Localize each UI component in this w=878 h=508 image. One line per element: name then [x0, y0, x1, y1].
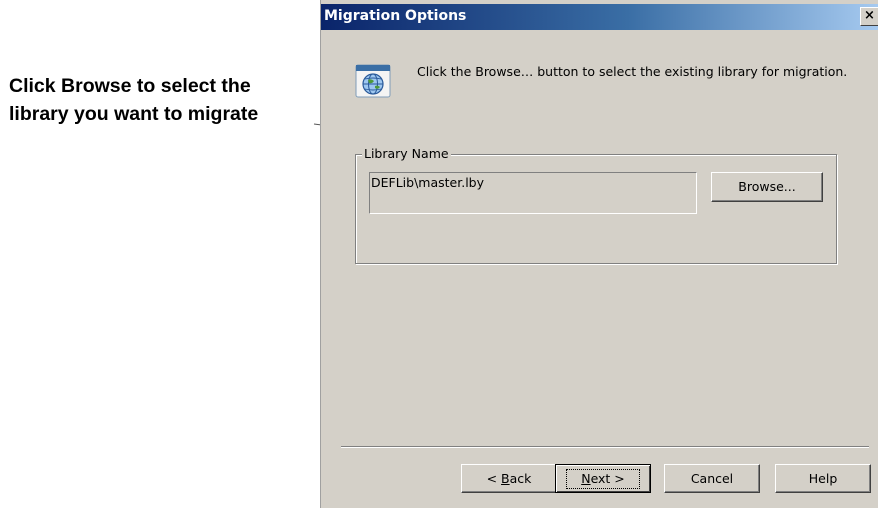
library-path-field[interactable]: DEFLib\master.lby — [369, 172, 697, 214]
next-focus-ring: Next > — [566, 469, 640, 489]
button-separator — [341, 446, 869, 448]
dialog-title: Migration Options — [324, 8, 467, 24]
next-rest: ext > — [590, 471, 625, 486]
callout-line-1: Click Browse to select the — [9, 75, 251, 97]
globe-icon — [355, 64, 391, 98]
migration-options-dialog: Migration Options × Click the Browse… bu… — [320, 0, 878, 508]
back-button[interactable]: < Back — [461, 464, 557, 493]
close-icon: × — [864, 8, 875, 23]
back-prefix: < — [486, 471, 502, 486]
next-button[interactable]: Next > — [555, 464, 651, 493]
next-mnemonic: N — [581, 471, 591, 486]
instruction-text: Click the Browse… button to select the e… — [417, 64, 848, 79]
library-name-label: Library Name — [362, 146, 451, 161]
help-button[interactable]: Help — [775, 464, 871, 493]
back-rest: ack — [509, 471, 532, 486]
cancel-button[interactable]: Cancel — [664, 464, 760, 493]
title-bar[interactable]: Migration Options × — [321, 4, 878, 30]
close-button[interactable]: × — [860, 7, 878, 26]
browse-button[interactable]: Browse... — [711, 172, 823, 202]
callout-text: Click Browse to select the library you w… — [9, 72, 309, 128]
back-mnemonic: B — [501, 471, 510, 486]
callout-line-2: library you want to migrate — [9, 103, 259, 125]
